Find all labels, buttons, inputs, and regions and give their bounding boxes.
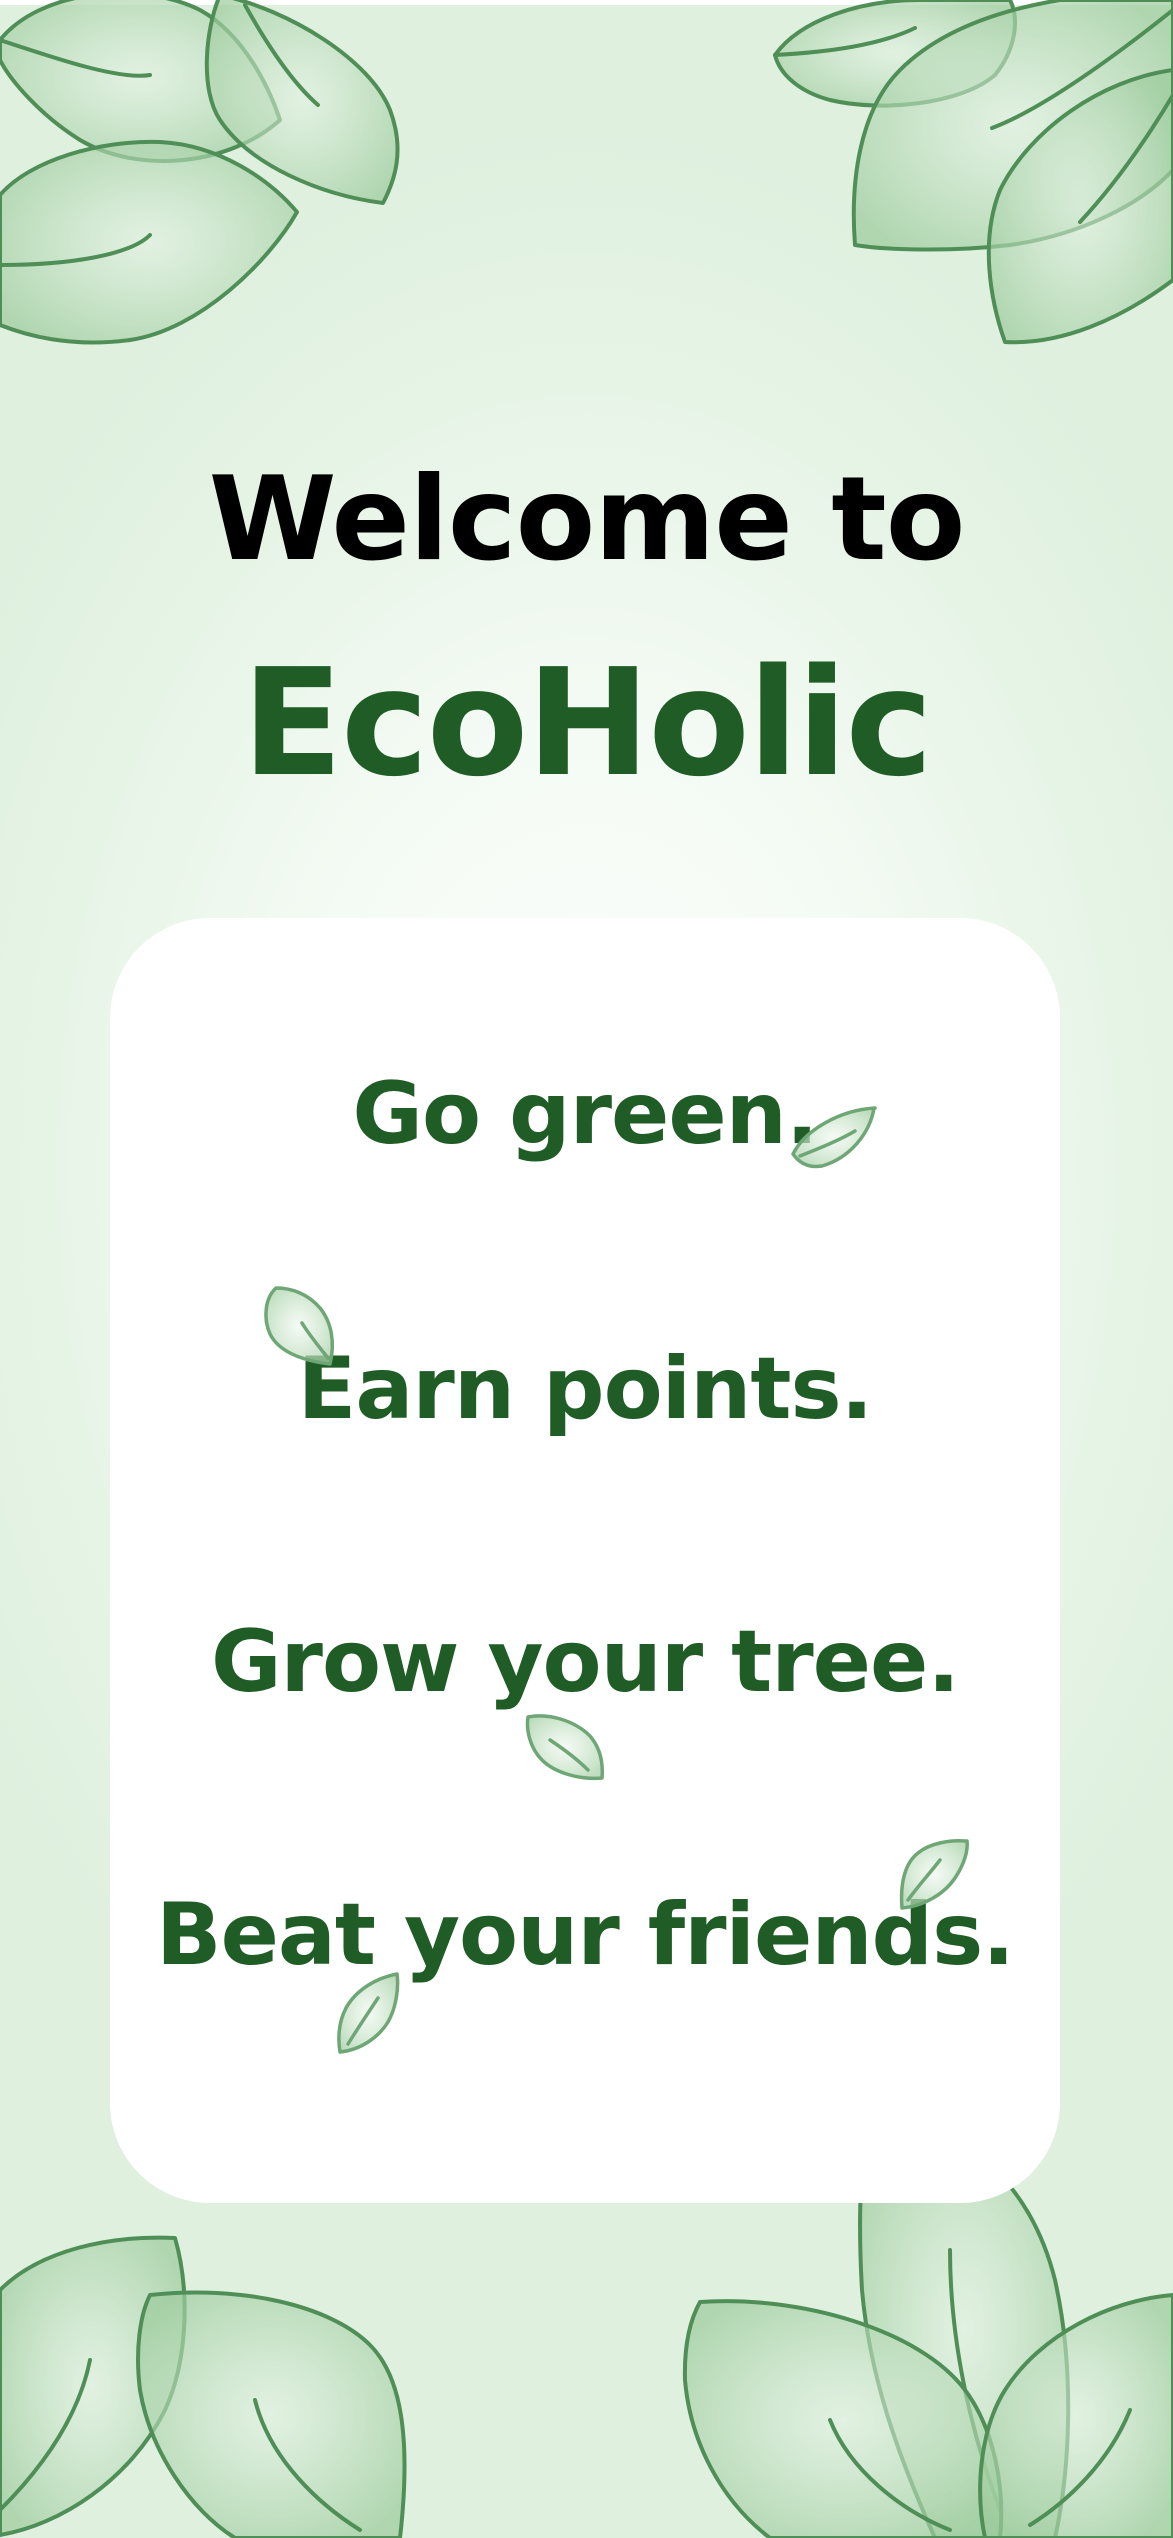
app-name: EcoHolic (241, 637, 933, 809)
leaf-icon (978, 2293, 1173, 2538)
leaf-icon (337, 1972, 400, 2054)
leaf-icon (0, 0, 282, 163)
welcome-heading: Welcome to (208, 452, 966, 587)
leaf-icon (0, 2235, 187, 2537)
tagline-go-green: Go green. (352, 1064, 818, 1164)
leaf-icon (525, 1714, 605, 1781)
leaf-icon (204, 0, 400, 205)
leaf-icon (851, 0, 1173, 252)
leaf-icon (682, 2299, 1004, 2538)
tagline-earn-points: Earn points. (297, 1339, 874, 1439)
top-edge (0, 0, 1173, 5)
leaf-icon (773, 0, 1017, 108)
tagline-card: Go green. Earn points. Grow your tree. B… (110, 918, 1060, 2203)
tagline-grow-tree: Grow your tree. (210, 1612, 960, 1712)
leaf-icon (0, 139, 299, 345)
leaf-icon (986, 68, 1173, 345)
tagline-beat-friends: Beat your friends. (156, 1885, 1015, 1985)
leaf-icon (136, 2290, 407, 2538)
